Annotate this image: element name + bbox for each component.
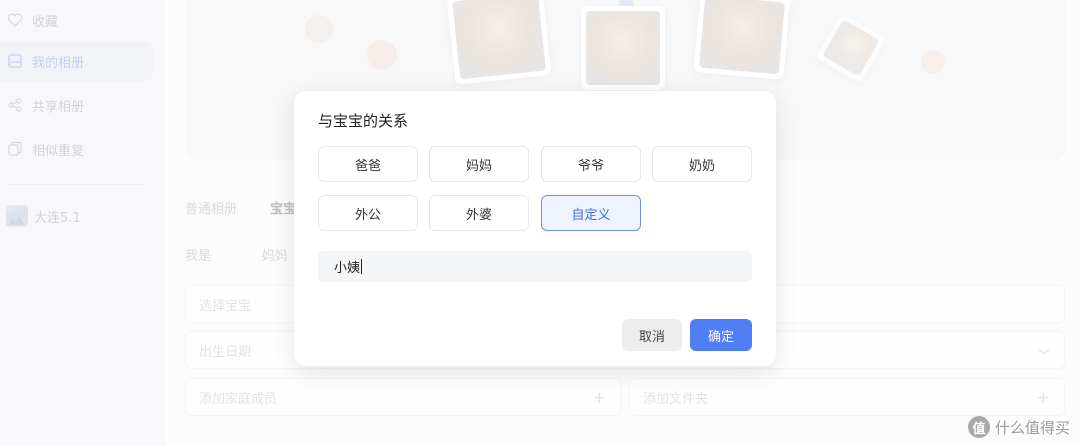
watermark: 值 什么值得买: [967, 416, 1070, 438]
confirm-button[interactable]: 确定: [690, 319, 752, 351]
option-custom[interactable]: 自定义: [541, 195, 641, 231]
option-dad[interactable]: 爸爸: [318, 146, 418, 182]
custom-relation-input[interactable]: 小姨: [318, 251, 752, 282]
option-maternal-grandpa[interactable]: 外公: [318, 195, 418, 231]
relationship-dialog: 与宝宝的关系 爸爸 妈妈 爷爷 奶奶 外公 外婆 自定义 小姨 取消 确定: [294, 91, 776, 366]
option-mom[interactable]: 妈妈: [429, 146, 529, 182]
watermark-text: 什么值得买: [994, 418, 1070, 437]
cancel-button[interactable]: 取消: [622, 319, 682, 351]
custom-relation-value: 小姨: [334, 261, 361, 276]
dialog-title: 与宝宝的关系: [318, 112, 409, 130]
watermark-logo: 值: [967, 416, 990, 438]
option-grandpa[interactable]: 爷爷: [541, 146, 641, 182]
option-maternal-grandma[interactable]: 外婆: [429, 195, 529, 231]
text-cursor: [361, 259, 363, 274]
option-grandma[interactable]: 奶奶: [652, 146, 752, 182]
